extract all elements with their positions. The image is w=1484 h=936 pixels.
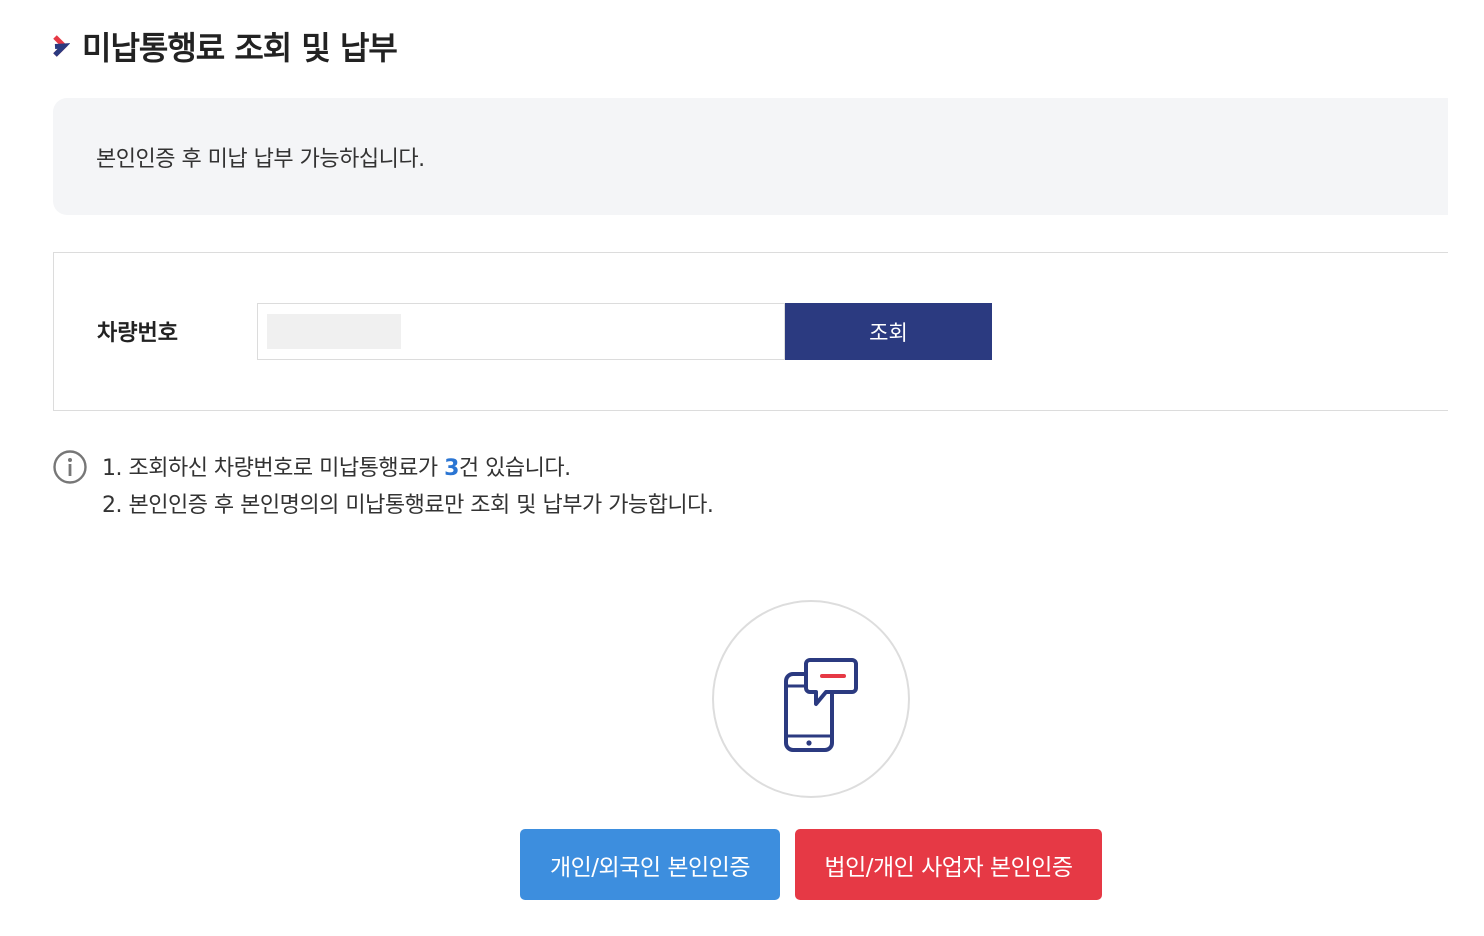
vehicle-number-input[interactable] [257, 303, 785, 360]
page-title: 미납통행료 조회 및 납부 [82, 29, 398, 67]
phone-auth-illustration [712, 600, 910, 798]
info-circle-icon [53, 450, 87, 484]
unpaid-count: 3 [444, 456, 459, 481]
business-auth-button[interactable]: 법인/개인 사업자 본인인증 [795, 829, 1102, 900]
info-line-1: 1. 조회하신 차량번호로 미납통행료가 3건 있습니다. [102, 450, 571, 482]
page-header: 미납통행료 조회 및 납부 [50, 22, 398, 70]
notice-text: 본인인증 후 미납 납부 가능하십니다. [96, 146, 425, 172]
notice-box: 본인인증 후 미납 납부 가능하십니다. [53, 98, 1448, 215]
info-line-1-suffix: 건 있습니다. [458, 456, 571, 481]
page: 미납통행료 조회 및 납부 본인인증 후 미납 납부 가능하십니다. 차량번호 … [0, 0, 1484, 936]
info-line-2: 2. 본인인증 후 본인명의의 미납통행료만 조회 및 납부가 가능합니다. [102, 493, 714, 518]
chevron-right-icon [53, 35, 70, 57]
phone-message-icon [784, 658, 858, 752]
personal-auth-button[interactable]: 개인/외국인 본인인증 [520, 829, 780, 900]
vehicle-number-label: 차량번호 [97, 321, 178, 346]
info-line-1-prefix: 1. 조회하신 차량번호로 미납통행료가 [102, 456, 445, 481]
search-button[interactable]: 조회 [785, 303, 992, 360]
masked-vehicle-number [267, 314, 401, 349]
vehicle-search-form: 차량번호 조회 [53, 252, 1448, 411]
